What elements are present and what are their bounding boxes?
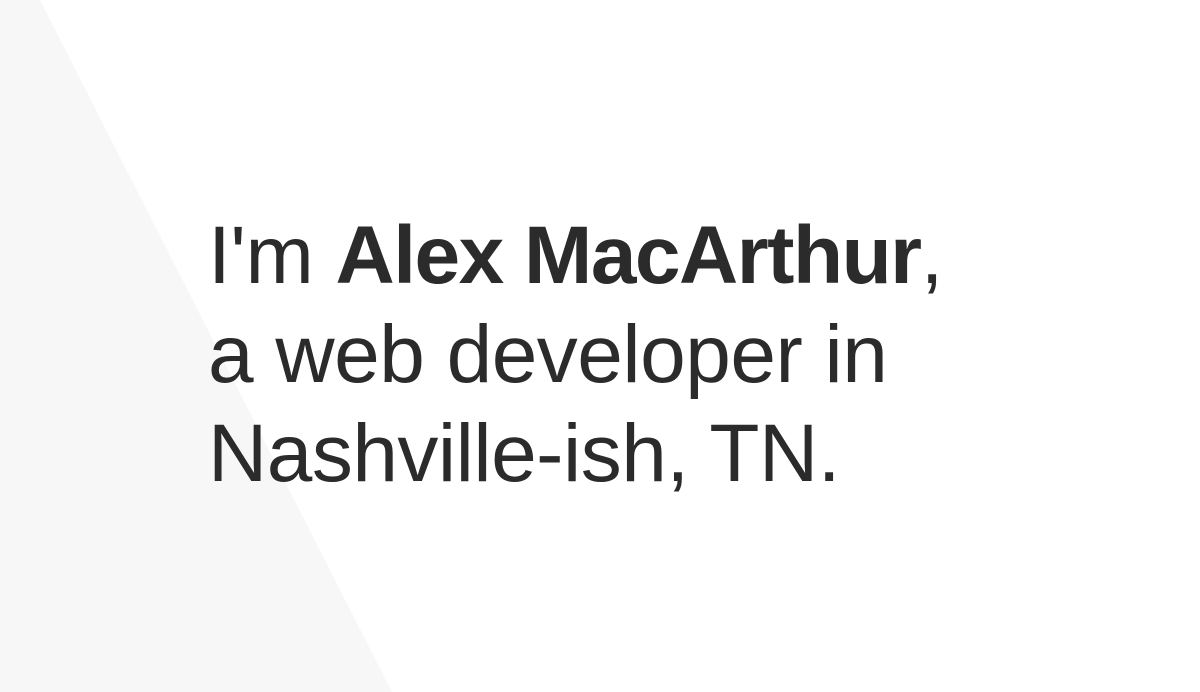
intro-heading: I'm Alex MacArthur, a web developer in N… [208, 206, 943, 503]
intro-line-3: Nashville-ish, TN. [208, 408, 840, 499]
intro-line-2: a web developer in [208, 309, 888, 400]
author-name: Alex MacArthur [335, 210, 923, 301]
intro-line-1: I'm Alex MacArthur, [208, 206, 943, 305]
intro-prefix: I'm [208, 210, 336, 301]
intro-comma: , [920, 210, 944, 301]
